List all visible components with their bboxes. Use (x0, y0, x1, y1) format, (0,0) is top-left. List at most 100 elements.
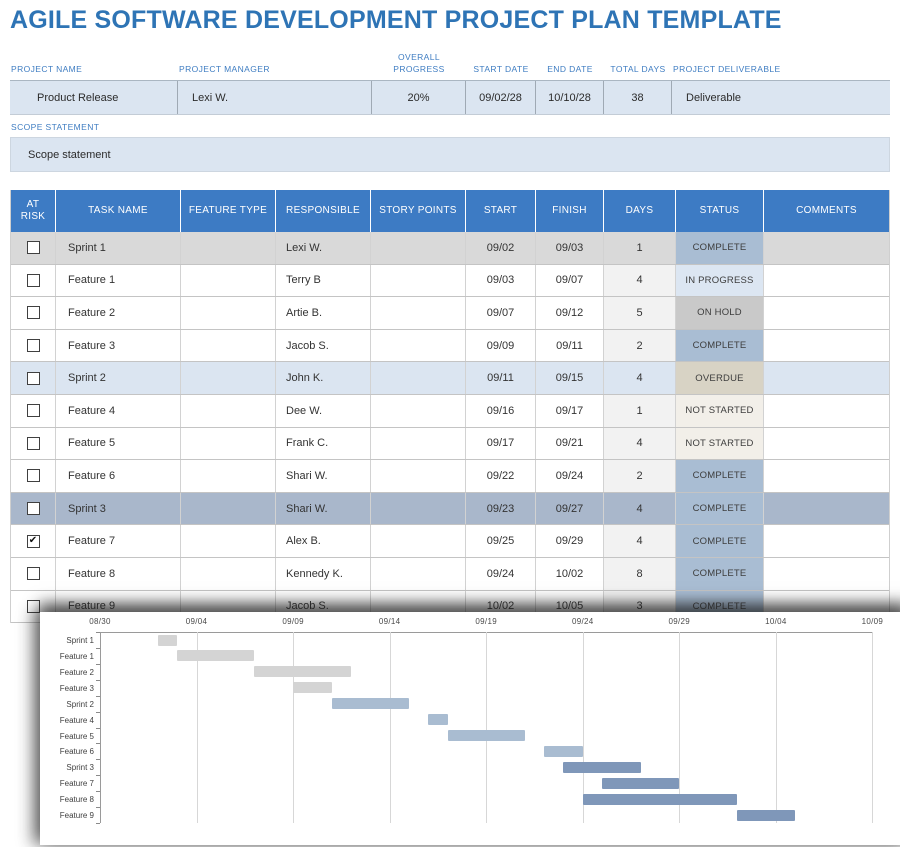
status-cell[interactable]: COMPLETE (676, 329, 764, 362)
finish-cell[interactable]: 09/21 (536, 427, 604, 460)
finish-cell[interactable]: 09/15 (536, 362, 604, 394)
days-cell[interactable]: 4 (604, 264, 676, 297)
feature-type-cell[interactable] (181, 232, 276, 264)
start-date-value[interactable]: 09/02/28 (466, 81, 536, 114)
responsible-cell[interactable]: Shari W. (276, 460, 371, 492)
task-name-cell[interactable]: Feature 4 (56, 394, 181, 427)
responsible-cell[interactable]: Terry B (276, 264, 371, 297)
at-risk-checkbox[interactable] (26, 502, 40, 516)
at-risk-checkbox[interactable] (26, 273, 40, 287)
feature-type-cell[interactable] (181, 297, 276, 329)
comments-cell[interactable] (764, 525, 889, 557)
story-points-cell[interactable] (371, 362, 466, 394)
comments-cell[interactable] (764, 297, 889, 329)
at-risk-checkbox[interactable]: ✔ (26, 534, 40, 548)
comments-cell[interactable] (764, 232, 889, 264)
status-cell[interactable]: IN PROGRESS (676, 264, 764, 297)
task-name-cell[interactable]: Feature 5 (56, 427, 181, 460)
task-name-cell[interactable]: Feature 2 (56, 297, 181, 329)
feature-type-cell[interactable] (181, 492, 276, 525)
status-cell[interactable]: OVERDUE (676, 362, 764, 394)
task-name-cell[interactable]: Feature 6 (56, 460, 181, 492)
story-points-cell[interactable] (371, 264, 466, 297)
story-points-cell[interactable] (371, 427, 466, 460)
start-cell[interactable]: 09/03 (466, 264, 536, 297)
status-cell[interactable]: COMPLETE (676, 232, 764, 264)
overall-progress-value[interactable]: 20% (372, 81, 466, 114)
finish-cell[interactable]: 09/27 (536, 492, 604, 525)
feature-type-cell[interactable] (181, 557, 276, 590)
at-risk-checkbox[interactable] (26, 404, 40, 418)
finish-cell[interactable]: 09/12 (536, 297, 604, 329)
start-cell[interactable]: 09/11 (466, 362, 536, 394)
at-risk-checkbox[interactable] (26, 599, 40, 613)
feature-type-cell[interactable] (181, 329, 276, 362)
responsible-cell[interactable]: Frank C. (276, 427, 371, 460)
project-deliverable-value[interactable]: Deliverable (672, 81, 890, 114)
story-points-cell[interactable] (371, 394, 466, 427)
story-points-cell[interactable] (371, 329, 466, 362)
days-cell[interactable]: 8 (604, 557, 676, 590)
comments-cell[interactable] (764, 493, 889, 525)
task-name-cell[interactable]: Sprint 1 (56, 232, 181, 264)
responsible-cell[interactable]: Dee W. (276, 394, 371, 427)
at-risk-checkbox[interactable] (26, 567, 40, 581)
start-cell[interactable]: 09/24 (466, 557, 536, 590)
story-points-cell[interactable] (371, 492, 466, 525)
start-cell[interactable]: 09/23 (466, 492, 536, 525)
start-cell[interactable]: 09/22 (466, 460, 536, 492)
feature-type-cell[interactable] (181, 394, 276, 427)
responsible-cell[interactable]: Jacob S. (276, 329, 371, 362)
responsible-cell[interactable]: Kennedy K. (276, 557, 371, 590)
at-risk-checkbox[interactable] (26, 339, 40, 353)
start-cell[interactable]: 09/25 (466, 525, 536, 557)
story-points-cell[interactable] (371, 232, 466, 264)
start-cell[interactable]: 09/09 (466, 329, 536, 362)
task-name-cell[interactable]: Feature 7 (56, 525, 181, 557)
days-cell[interactable]: 2 (604, 460, 676, 492)
story-points-cell[interactable] (371, 525, 466, 557)
total-days-value[interactable]: 38 (604, 81, 672, 114)
task-name-cell[interactable]: Feature 1 (56, 264, 181, 297)
finish-cell[interactable]: 09/07 (536, 264, 604, 297)
start-cell[interactable]: 09/02 (466, 232, 536, 264)
days-cell[interactable]: 2 (604, 329, 676, 362)
at-risk-checkbox[interactable] (26, 436, 40, 450)
comments-cell[interactable] (764, 395, 889, 427)
responsible-cell[interactable]: Lexi W. (276, 232, 371, 264)
feature-type-cell[interactable] (181, 460, 276, 492)
days-cell[interactable]: 1 (604, 394, 676, 427)
finish-cell[interactable]: 09/03 (536, 232, 604, 264)
finish-cell[interactable]: 10/02 (536, 557, 604, 590)
status-cell[interactable]: NOT STARTED (676, 394, 764, 427)
days-cell[interactable]: 4 (604, 492, 676, 525)
story-points-cell[interactable] (371, 460, 466, 492)
status-cell[interactable]: COMPLETE (676, 557, 764, 590)
comments-cell[interactable] (764, 428, 889, 460)
comments-cell[interactable] (764, 330, 889, 362)
task-name-cell[interactable]: Sprint 3 (56, 492, 181, 525)
comments-cell[interactable] (764, 460, 889, 492)
days-cell[interactable]: 1 (604, 232, 676, 264)
status-cell[interactable]: ON HOLD (676, 297, 764, 329)
finish-cell[interactable]: 09/17 (536, 394, 604, 427)
finish-cell[interactable]: 09/24 (536, 460, 604, 492)
status-cell[interactable]: COMPLETE (676, 492, 764, 525)
task-name-cell[interactable]: Feature 8 (56, 557, 181, 590)
responsible-cell[interactable]: Alex B. (276, 525, 371, 557)
status-cell[interactable]: COMPLETE (676, 460, 764, 492)
status-cell[interactable]: NOT STARTED (676, 427, 764, 460)
status-cell[interactable]: COMPLETE (676, 525, 764, 557)
scope-statement-value[interactable]: Scope statement (10, 137, 890, 172)
story-points-cell[interactable] (371, 297, 466, 329)
responsible-cell[interactable]: Shari W. (276, 492, 371, 525)
end-date-value[interactable]: 10/10/28 (536, 81, 604, 114)
finish-cell[interactable]: 09/29 (536, 525, 604, 557)
project-manager-value[interactable]: Lexi W. (178, 81, 372, 114)
at-risk-checkbox[interactable] (26, 306, 40, 320)
feature-type-cell[interactable] (181, 362, 276, 394)
at-risk-checkbox[interactable] (26, 371, 40, 385)
days-cell[interactable]: 5 (604, 297, 676, 329)
start-cell[interactable]: 09/17 (466, 427, 536, 460)
days-cell[interactable]: 4 (604, 525, 676, 557)
